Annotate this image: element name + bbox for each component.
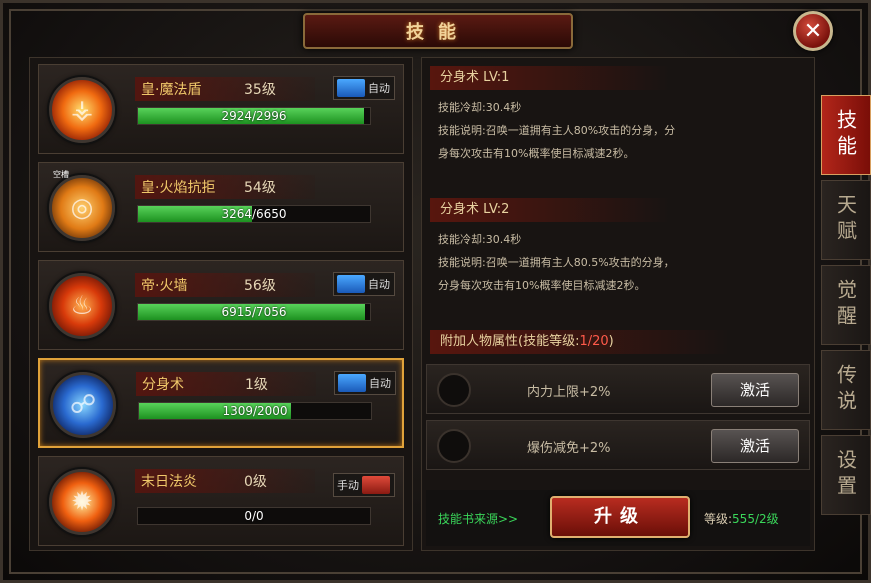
level-value: 555/2级 xyxy=(732,512,779,526)
game-window: 技能 ✕ ⚶ 皇·魔法盾 35级 自动 2924/2996 ◎ 空槽 皇·火焰抗… xyxy=(0,0,871,583)
attribute-header: 附加人物属性(技能等级:1/20) xyxy=(430,330,730,354)
skill-name: 帝·火墙 xyxy=(141,278,188,294)
manual-cast-toggle[interactable]: 手动 xyxy=(333,473,395,497)
window-title-plate: 技能 xyxy=(303,13,573,49)
tab-legend[interactable]: 传说 xyxy=(821,350,871,430)
exp-text: 3264/6650 xyxy=(221,207,287,221)
upgrade-bar: 技能书来源>> 升级 等级:555/2级 xyxy=(426,490,810,546)
attribute-row: 内力上限+2% 激活 xyxy=(426,364,810,414)
skill-name: 分身术 xyxy=(142,377,184,393)
skill-level: 35级 xyxy=(244,82,276,98)
tab-skills[interactable]: 技能 xyxy=(821,95,871,175)
skill-name: 末日法炎 xyxy=(141,474,197,490)
skill-level: 0级 xyxy=(244,474,267,490)
clone-icon: ☍ xyxy=(50,372,116,438)
attribute-slot-icon xyxy=(437,429,471,463)
auto-cast-toggle[interactable]: 自动 xyxy=(334,371,396,395)
cooldown-text: 技能冷却:30.4秒 xyxy=(438,233,522,246)
desc-line: 分身每次攻击有10%概率使目标减速2秒。 xyxy=(438,279,646,292)
doom-flame-icon: ✹ xyxy=(49,469,115,535)
tab-talent[interactable]: 天赋 xyxy=(821,180,871,260)
attribute-slot-icon xyxy=(437,373,471,407)
next-level-header: 分身术 LV:2 xyxy=(430,198,670,222)
shield-flame-icon: ⚶ xyxy=(49,77,115,143)
skill-name: 皇·火焰抗拒 xyxy=(141,180,216,196)
window-title: 技能 xyxy=(406,22,470,43)
desc-line: 身每次攻击有10%概率使目标减速2秒。 xyxy=(438,147,635,160)
exp-text: 6915/7056 xyxy=(221,305,287,319)
skill-row-selected[interactable]: ☍ 分身术 1级 自动 1309/2000 xyxy=(38,358,404,448)
desc-line: 技能说明:召唤一道拥有主人80%攻击的分身，分 xyxy=(438,124,676,137)
attribute-row: 爆伤减免+2% 激活 xyxy=(426,420,810,470)
skill-detail-panel: 分身术 LV:1 技能冷却:30.4秒 技能说明:召唤一道拥有主人80%攻击的分… xyxy=(421,57,815,551)
attribute-level: 1/20 xyxy=(579,334,609,349)
exp-text: 0/0 xyxy=(244,509,264,523)
exp-bar: 0/0 xyxy=(137,507,371,525)
skill-row[interactable]: ◎ 空槽 皇·火焰抗拒 54级 3264/6650 xyxy=(38,162,404,252)
toggle-label: 自动 xyxy=(368,82,390,95)
auto-cast-toggle[interactable]: 自动 xyxy=(333,76,395,100)
skill-list: ⚶ 皇·魔法盾 35级 自动 2924/2996 ◎ 空槽 皇·火焰抗拒 54级… xyxy=(29,57,413,551)
toggle-label: 自动 xyxy=(368,278,390,291)
toggle-label: 手动 xyxy=(337,479,359,492)
skill-level: 54级 xyxy=(244,180,276,196)
exp-text: 2924/2996 xyxy=(221,109,287,123)
attribute-text: 内力上限+2% xyxy=(527,385,611,400)
skill-row[interactable]: ♨ 帝·火墙 56级 自动 6915/7056 xyxy=(38,260,404,350)
fire-wall-icon: ♨ xyxy=(49,273,115,339)
slot-tag: 空槽 xyxy=(53,170,69,179)
exp-bar: 6915/7056 xyxy=(137,303,371,321)
tab-awaken[interactable]: 觉醒 xyxy=(821,265,871,345)
exp-bar: 2924/2996 xyxy=(137,107,371,125)
skill-name: 皇·魔法盾 xyxy=(141,82,202,98)
activate-button[interactable]: 激活 xyxy=(711,373,799,407)
auto-cast-toggle[interactable]: 自动 xyxy=(333,272,395,296)
exp-bar: 3264/6650 xyxy=(137,205,371,223)
level-info: 等级:555/2级 xyxy=(704,512,779,526)
tab-settings[interactable]: 设置 xyxy=(821,435,871,515)
cooldown-text: 技能冷却:30.4秒 xyxy=(438,101,522,114)
activate-button[interactable]: 激活 xyxy=(711,429,799,463)
skill-book-source-link[interactable]: 技能书来源>> xyxy=(438,510,518,527)
exp-text: 1309/2000 xyxy=(222,404,288,418)
skill-level: 1级 xyxy=(245,377,268,393)
upgrade-button[interactable]: 升级 xyxy=(550,496,690,538)
flame-ring-icon: ◎ xyxy=(49,175,115,241)
toggle-label: 自动 xyxy=(369,377,391,390)
current-level-desc: 技能冷却:30.4秒 技能说明:召唤一道拥有主人80%攻击的分身，分 身每次攻击… xyxy=(438,96,758,165)
exp-bar: 1309/2000 xyxy=(138,402,372,420)
skill-row[interactable]: ⚶ 皇·魔法盾 35级 自动 2924/2996 xyxy=(38,64,404,154)
skill-row[interactable]: ✹ 末日法炎 0级 手动 0/0 xyxy=(38,456,404,546)
next-level-desc: 技能冷却:30.4秒 技能说明:召唤一道拥有主人80.5%攻击的分身， 分身每次… xyxy=(438,228,758,297)
attribute-text: 爆伤减免+2% xyxy=(527,441,611,456)
close-icon[interactable]: ✕ xyxy=(793,11,833,51)
current-level-header: 分身术 LV:1 xyxy=(430,66,670,90)
desc-line: 技能说明:召唤一道拥有主人80.5%攻击的分身， xyxy=(438,256,675,269)
skill-level: 56级 xyxy=(244,278,276,294)
